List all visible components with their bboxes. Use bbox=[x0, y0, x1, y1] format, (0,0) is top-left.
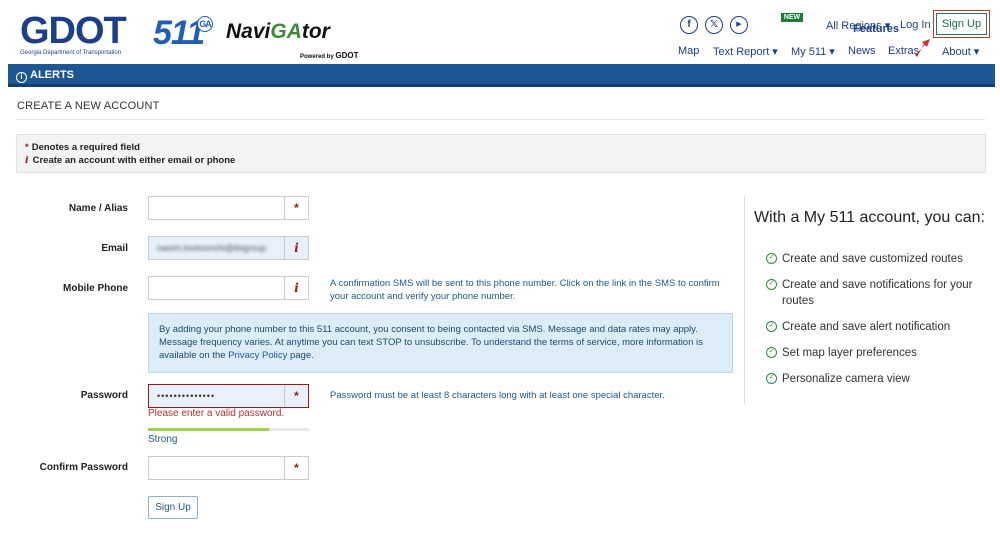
facebook-icon[interactable]: f bbox=[680, 16, 698, 34]
nav-news[interactable]: News bbox=[848, 45, 876, 57]
sign-up-highlight: Sign Up bbox=[933, 10, 990, 38]
info-i-icon: i bbox=[284, 237, 308, 259]
confirm-password-label: Confirm Password bbox=[39, 462, 128, 473]
email-value: nasim.tootoonchi@ibigroup bbox=[157, 243, 267, 253]
mobile-phone-help: A confirmation SMS will be sent to this … bbox=[330, 278, 720, 302]
alerts-bar[interactable]: i ALERTS bbox=[8, 64, 995, 87]
info-i-icon: i bbox=[284, 277, 308, 299]
required-star-icon: * bbox=[284, 385, 308, 407]
benefit-text: Create and save alert notification bbox=[782, 321, 951, 333]
log-in-link[interactable]: Log In bbox=[900, 19, 931, 31]
x-icon[interactable]: 𝕏 bbox=[705, 16, 723, 34]
features-link[interactable]: NEW Features bbox=[771, 10, 899, 35]
sign-up-top-button[interactable]: Sign Up bbox=[936, 13, 987, 35]
benefit-item: ✓ Set map layer preferences bbox=[766, 345, 986, 361]
page-title: CREATE A NEW ACCOUNT bbox=[17, 100, 160, 112]
password-strength-fill bbox=[148, 428, 269, 431]
benefit-text: Create and save notifications for your r… bbox=[782, 279, 973, 307]
annotation-arrow-icon bbox=[915, 39, 930, 57]
benefit-item: ✓ Create and save alert notification bbox=[766, 319, 986, 335]
password-strength-bar bbox=[148, 428, 309, 431]
required-star-icon: * bbox=[25, 142, 29, 153]
511-logo-badge: GA bbox=[197, 16, 213, 32]
check-circle-icon: ✓ bbox=[766, 253, 777, 264]
check-circle-icon: ✓ bbox=[766, 373, 777, 384]
nav-map[interactable]: Map bbox=[678, 45, 699, 57]
mobile-phone-input[interactable]: i bbox=[148, 276, 309, 300]
benefit-text: Create and save customized routes bbox=[782, 253, 963, 265]
benefit-item: ✓ Create and save notifications for your … bbox=[766, 277, 986, 309]
password-help: Password must be at least 8 characters l… bbox=[330, 390, 665, 401]
info-note-text: Create an account with either email or p… bbox=[32, 155, 236, 166]
benefit-item: ✓ Create and save customized routes bbox=[766, 251, 986, 267]
required-star-icon: * bbox=[284, 457, 308, 479]
sign-up-submit-button[interactable]: Sign Up bbox=[148, 496, 198, 519]
benefits-title: With a My 511 account, you can: bbox=[754, 209, 985, 226]
required-note: * Denotes a required field bbox=[25, 141, 977, 154]
required-star-icon: * bbox=[284, 197, 308, 219]
consent-end: page. bbox=[289, 350, 314, 361]
benefit-text: Set map layer preferences bbox=[782, 347, 917, 359]
required-note-text: Denotes a required field bbox=[31, 142, 140, 153]
site-header: GDOT Georgia Department of Transportatio… bbox=[0, 0, 1000, 64]
password-input[interactable]: •••••••••••••• * bbox=[148, 384, 309, 408]
privacy-policy-link[interactable]: Privacy Policy bbox=[228, 350, 287, 361]
nav-about[interactable]: About ▾ bbox=[942, 45, 979, 58]
info-note: i Create an account with either email or … bbox=[25, 154, 977, 167]
all-regions-dropdown[interactable]: All Regions ▾ bbox=[826, 19, 890, 32]
password-value: •••••••••••••• bbox=[157, 391, 216, 401]
password-error: Please enter a valid password. bbox=[148, 408, 285, 419]
confirm-password-input[interactable]: * bbox=[148, 456, 309, 480]
mobile-phone-label: Mobile Phone bbox=[63, 283, 128, 294]
nav-text-report[interactable]: Text Report ▾ bbox=[713, 45, 778, 58]
new-badge: NEW bbox=[780, 13, 804, 22]
check-circle-icon: ✓ bbox=[766, 279, 777, 290]
password-label: Password bbox=[80, 390, 128, 401]
form-notes: * Denotes a required field i Create an acc… bbox=[16, 134, 986, 173]
social-links: f 𝕏 ▶ bbox=[680, 16, 748, 34]
navigator-logo-post: tor bbox=[301, 20, 330, 43]
alerts-label: ALERTS bbox=[30, 69, 74, 81]
side-divider bbox=[744, 196, 745, 404]
nav-my-511[interactable]: My 511 ▾ bbox=[791, 45, 835, 58]
navigator-logo-ga: GA bbox=[270, 20, 302, 43]
info-i-icon: i bbox=[25, 155, 29, 166]
benefit-item: ✓ Personalize camera view bbox=[766, 371, 986, 387]
youtube-icon[interactable]: ▶ bbox=[730, 16, 748, 34]
info-icon: i bbox=[16, 72, 27, 83]
sms-consent-notice: By adding your phone number to this 511 … bbox=[148, 313, 733, 373]
benefits-list: ✓ Create and save customized routes ✓ Crea… bbox=[766, 251, 986, 397]
main-nav: Map Text Report ▾ My 511 ▾ News Extras A… bbox=[0, 45, 1000, 59]
email-label: Email bbox=[101, 243, 128, 254]
benefit-text: Personalize camera view bbox=[782, 373, 910, 385]
email-input[interactable]: nasim.tootoonchi@ibigroup i bbox=[148, 236, 309, 260]
navigator-logo-pre: Navi bbox=[226, 20, 271, 43]
navigator-logo[interactable]: NaviGAtor Powered by GDOT bbox=[226, 12, 358, 60]
name-input[interactable]: * bbox=[148, 196, 309, 220]
check-circle-icon: ✓ bbox=[766, 347, 777, 358]
password-strength-label: Strong bbox=[148, 434, 178, 445]
name-label: Name / Alias bbox=[68, 203, 128, 214]
title-divider bbox=[17, 119, 985, 120]
check-circle-icon: ✓ bbox=[766, 321, 777, 332]
